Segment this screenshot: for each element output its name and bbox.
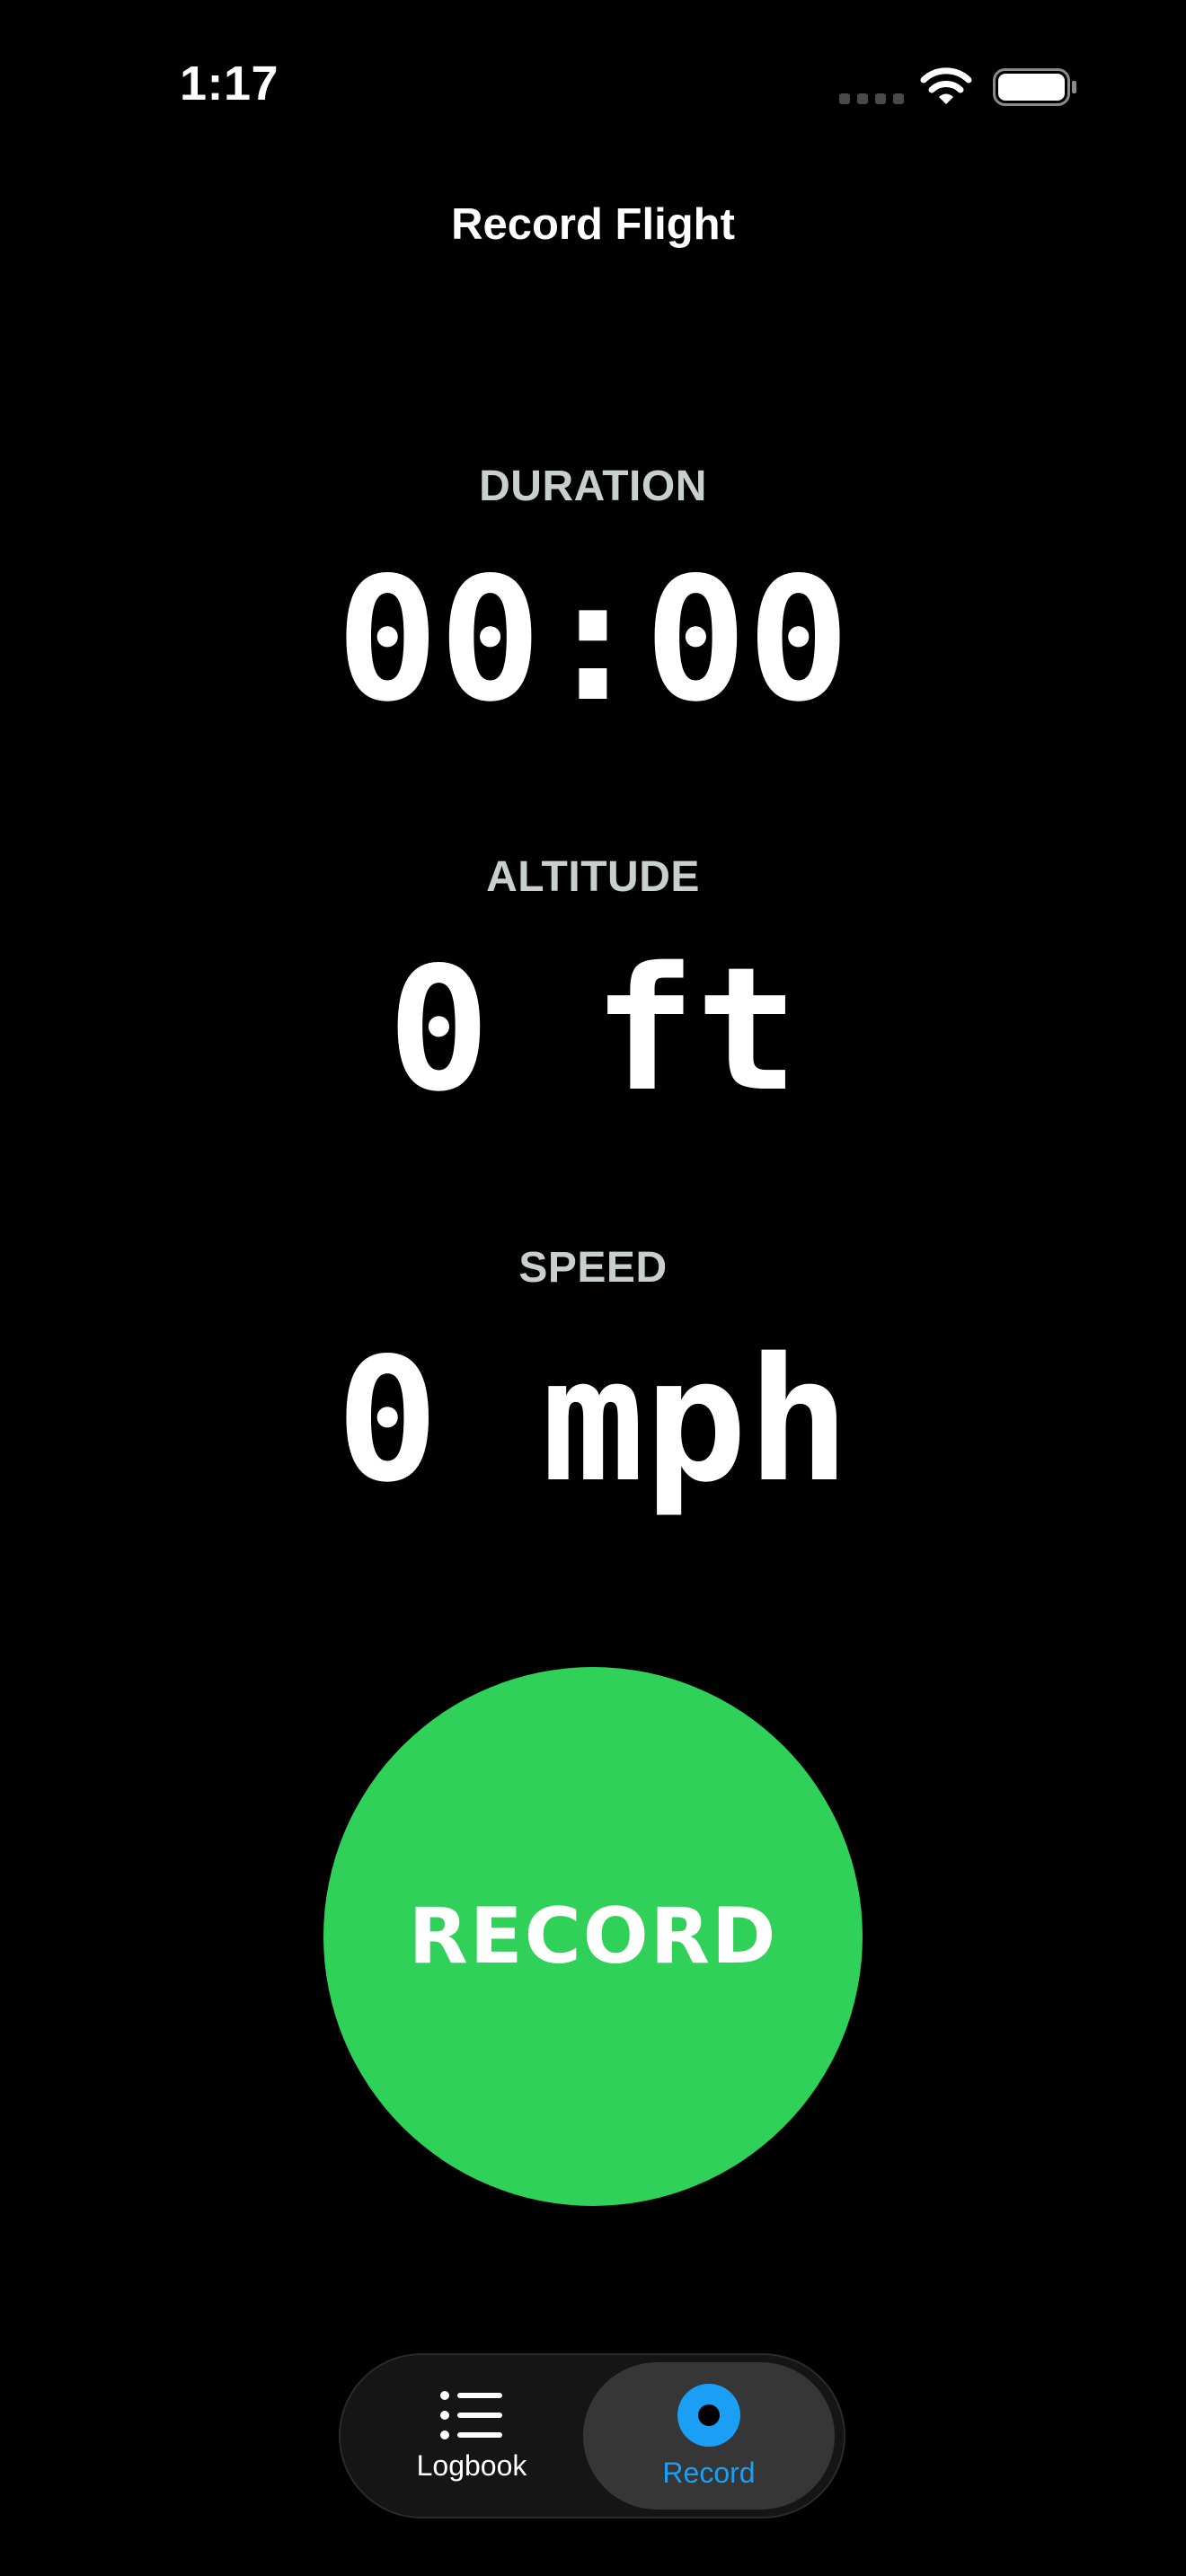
- tab-record-label: Record: [662, 2456, 756, 2489]
- duration-value: 00:00: [336, 541, 850, 739]
- status-bar: 1:17: [0, 0, 1186, 171]
- status-time: 1:17: [180, 57, 279, 110]
- tab-logbook[interactable]: Logbook: [346, 2362, 597, 2510]
- altitude-label: ALTITUDE: [486, 853, 700, 901]
- altitude-value: 0 ft: [387, 931, 799, 1129]
- record-icon: [677, 2383, 741, 2448]
- speed-value: 0 mph: [336, 1321, 850, 1520]
- tab-bar: Logbook Record: [339, 2353, 845, 2519]
- tab-record[interactable]: Record: [583, 2362, 835, 2510]
- speed-label: SPEED: [518, 1244, 668, 1292]
- battery-icon: [993, 68, 1076, 106]
- wifi-icon: [920, 67, 972, 104]
- tab-logbook-label: Logbook: [416, 2448, 527, 2482]
- record-button[interactable]: RECORD: [323, 1667, 863, 2206]
- page-title: Record Flight: [451, 200, 735, 249]
- list-icon: [439, 2390, 504, 2440]
- record-button-label: RECORD: [408, 1892, 778, 1981]
- duration-label: DURATION: [479, 463, 707, 510]
- cellular-signal-icon: [839, 93, 904, 104]
